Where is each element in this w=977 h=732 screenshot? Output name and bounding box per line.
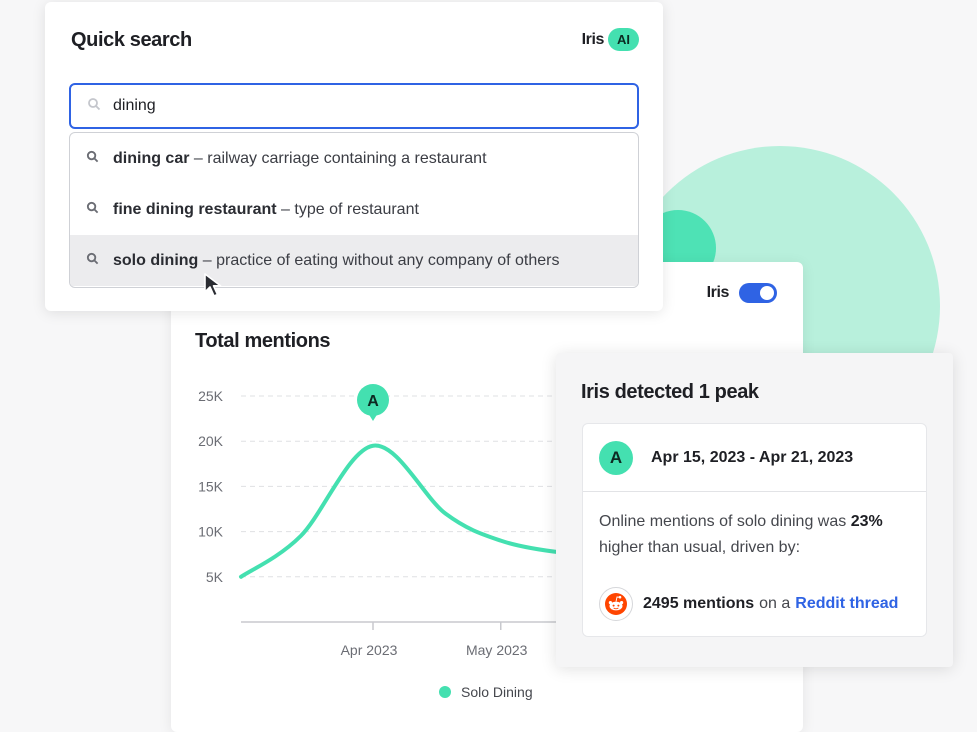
peak-card: Iris detected 1 peak A Apr 15, 2023 - Ap… [556, 353, 953, 667]
search-icon [86, 150, 99, 168]
peak-header: A Apr 15, 2023 - Apr 21, 2023 [583, 424, 926, 492]
mouse-cursor-icon [204, 273, 222, 297]
y-tick-label: 20K [198, 433, 224, 449]
search-icon [86, 252, 99, 270]
suggestion-description: railway carriage containing a restaurant [207, 149, 487, 167]
legend-label: Solo Dining [461, 684, 533, 700]
ai-badge: AI [608, 28, 639, 51]
search-input[interactable] [113, 97, 593, 115]
y-tick-label: 5K [206, 569, 224, 585]
iris-ai-label: Iris AI [582, 28, 639, 51]
peak-date-range: Apr 15, 2023 - Apr 21, 2023 [651, 448, 854, 466]
suggestion-item[interactable]: fine dining restaurant – type of restaur… [70, 184, 638, 235]
quick-search-title: Quick search [71, 29, 192, 51]
iris-label: Iris [581, 30, 605, 48]
peak-marker-pointer [368, 413, 378, 421]
y-tick-label: 10K [198, 524, 224, 540]
suggestion-separator: – [202, 251, 212, 269]
mention-joiner: on a [759, 595, 791, 612]
suggestion-item[interactable]: dining car – railway carriage containing… [70, 133, 638, 184]
suggestion-item-highlighted[interactable]: solo dining – practice of eating without… [70, 235, 638, 286]
peak-desc-suffix: higher than usual, driven by: [599, 539, 801, 556]
suggestion-separator: – [281, 200, 290, 218]
peak-desc-prefix: Online mentions of solo dining was [599, 513, 847, 530]
suggestion-term: solo dining [113, 251, 199, 269]
legend-swatch [439, 686, 451, 698]
peak-marker-label: A [367, 393, 379, 410]
suggestion-term: fine dining restaurant [113, 200, 277, 218]
search-box[interactable] [69, 83, 639, 129]
suggestion-separator: – [193, 149, 203, 167]
x-tick-label: Apr 2023 [341, 642, 398, 658]
peak-title: Iris detected 1 peak [581, 381, 759, 403]
reddit-icon [599, 587, 633, 621]
quick-search-card: Quick search Iris AI dining car – railwa… [45, 2, 663, 311]
peak-desc-pct: 23% [850, 513, 883, 530]
y-tick-label: 25K [198, 388, 224, 404]
suggestion-dropdown: dining car – railway carriage containing… [69, 132, 639, 288]
suggestion-description: type of restaurant [294, 200, 419, 218]
series-line-solo-dining [239, 443, 593, 579]
suggestion-term: dining car [113, 149, 190, 167]
peak-description: Online mentions of solo dining was 23% h… [599, 509, 919, 561]
mention-source-row: 2495 mentions on a Reddit thread [599, 587, 898, 621]
peak-detail: A Apr 15, 2023 - Apr 21, 2023 Online men… [582, 423, 927, 637]
peak-badge: A [599, 440, 633, 475]
x-tick-label: May 2023 [466, 642, 528, 658]
y-tick-label: 15K [198, 478, 224, 494]
mention-count: 2495 mentions [643, 595, 755, 612]
reddit-thread-link[interactable]: Reddit thread [795, 595, 898, 613]
search-icon [86, 201, 99, 219]
search-icon [87, 97, 101, 116]
suggestion-description: practice of eating without any company o… [216, 251, 560, 269]
